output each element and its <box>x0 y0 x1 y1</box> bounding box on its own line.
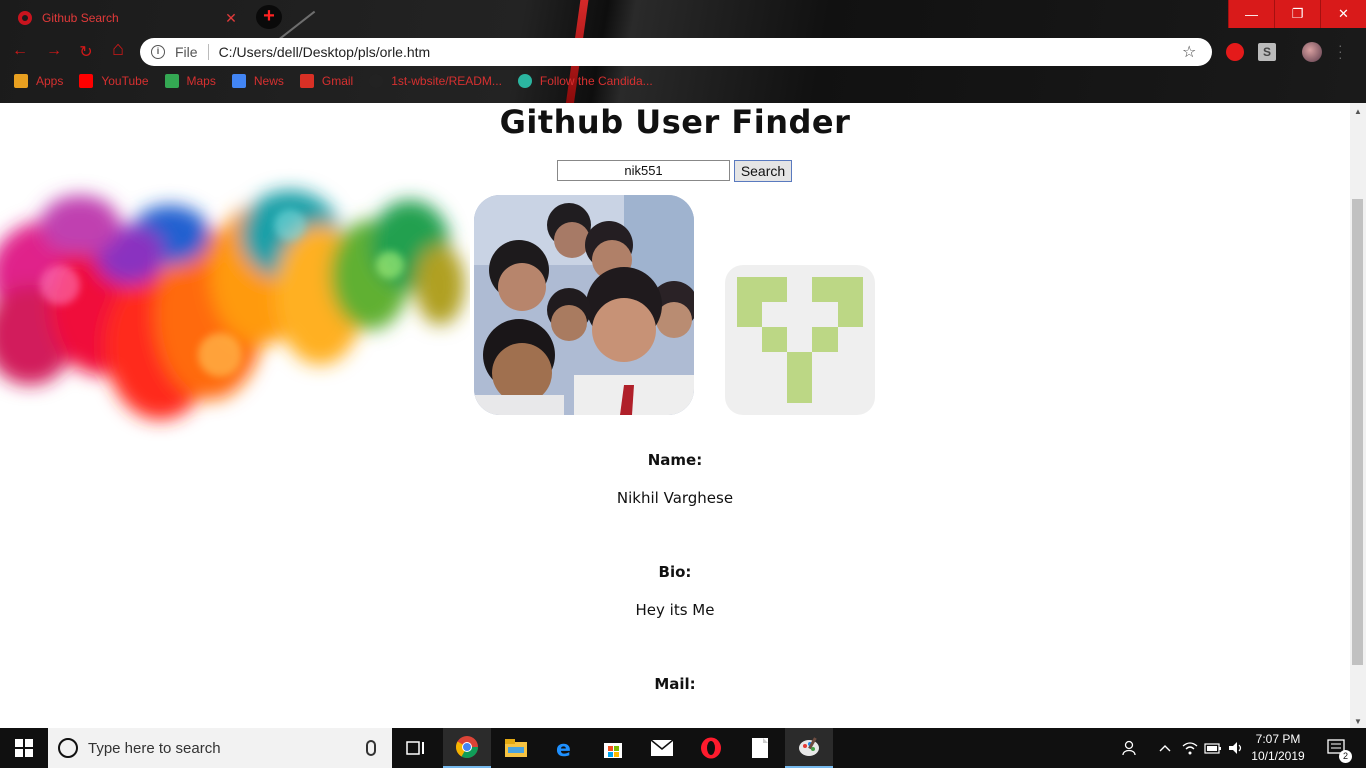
maps-icon <box>164 74 179 88</box>
show-hidden-icons-icon[interactable] <box>1154 728 1176 768</box>
bookmark-item[interactable]: News <box>231 74 284 88</box>
close-window-button[interactable]: ✕ <box>1320 0 1366 28</box>
news-icon <box>231 74 246 88</box>
github-identicon <box>725 265 875 415</box>
bio-label: Bio: <box>658 563 692 581</box>
notifications-button[interactable]: 2 <box>1318 728 1358 768</box>
scroll-down-icon[interactable]: ▼ <box>1354 717 1362 726</box>
tab-close-icon[interactable]: ✕ <box>224 10 238 27</box>
store-icon[interactable] <box>589 728 637 768</box>
paint-icon[interactable] <box>785 728 833 768</box>
chrome-taskbar-icon[interactable] <box>443 728 491 768</box>
scrollbar-thumb[interactable] <box>1352 199 1363 665</box>
profile-avatar[interactable] <box>1302 42 1322 62</box>
cortana-icon <box>58 738 78 758</box>
apps-grid-icon <box>14 74 28 88</box>
edge-icon[interactable]: e <box>541 728 589 768</box>
bio-value: Hey its Me <box>635 601 715 619</box>
bookmark-item[interactable]: Apps <box>14 74 63 88</box>
name-label: Name: <box>647 451 703 469</box>
page-scrollbar[interactable]: ▲ ▼ <box>1350 103 1366 728</box>
svg-text:e: e <box>556 737 571 760</box>
back-button[interactable]: ← <box>8 42 32 60</box>
name-value: Nikhil Varghese <box>616 489 734 507</box>
microphone-icon[interactable] <box>366 740 376 756</box>
bookmark-label: Apps <box>36 74 64 88</box>
forward-button[interactable]: → <box>42 42 66 60</box>
search-button[interactable]: Search <box>734 160 792 182</box>
tab-github-search[interactable]: Github Search ✕ <box>8 2 248 34</box>
bookmark-label: YouTube <box>101 74 149 88</box>
windows-taskbar: Type here to search e 7:07 PM 10/1/2019 … <box>0 728 1366 768</box>
site-info-icon[interactable]: i <box>151 45 165 59</box>
chrome-menu-icon[interactable]: · · · <box>1338 38 1343 64</box>
bookmark-item[interactable]: Follow the Candida... <box>517 74 653 88</box>
browser-chrome: Github Search ✕ + — ❐ ✕ ← → ↻ ⌂ i File C… <box>0 0 1366 103</box>
page-title: Github User Finder <box>499 103 851 141</box>
home-button[interactable]: ⌂ <box>106 38 130 61</box>
notepad-icon[interactable] <box>736 728 784 768</box>
address-bar[interactable]: i File C:/Users/dell/Desktop/pls/orle.ht… <box>140 38 1212 66</box>
bookmark-item[interactable]: Gmail <box>299 74 354 88</box>
notification-count-badge: 2 <box>1339 750 1352 763</box>
taskbar-clock[interactable]: 7:07 PM 10/1/2019 <box>1248 731 1308 765</box>
taskbar-search-box[interactable]: Type here to search <box>48 728 392 768</box>
reload-button[interactable]: ↻ <box>74 42 98 62</box>
site-icon <box>517 74 532 88</box>
color-smoke-image <box>0 190 465 420</box>
extension-adblock-icon[interactable] <box>1226 43 1244 61</box>
mail-label: Mail: <box>654 675 696 693</box>
user-avatar-photo <box>474 195 694 415</box>
extension-s-icon[interactable]: S <box>1258 43 1276 61</box>
bookmark-star-icon[interactable]: ☆ <box>1182 42 1212 62</box>
mail-icon[interactable] <box>638 728 686 768</box>
clock-date: 10/1/2019 <box>1251 749 1305 763</box>
bookmark-label: Gmail <box>321 74 354 88</box>
username-search-input[interactable] <box>557 160 730 181</box>
windows-logo-icon <box>15 739 33 757</box>
bookmark-label: News <box>253 74 284 88</box>
url-text[interactable]: C:/Users/dell/Desktop/pls/orle.htm <box>219 44 1182 60</box>
window-controls: — ❐ ✕ <box>1228 0 1366 28</box>
bookmark-item[interactable]: YouTube <box>79 74 149 88</box>
task-view-icon[interactable] <box>392 728 440 768</box>
search-form: Search <box>557 160 792 182</box>
tab-favicon-icon <box>18 11 32 25</box>
opera-icon[interactable] <box>687 728 735 768</box>
bookmarks-bar: Apps YouTube Maps News Gmail 1st-wbsite/READM… <box>14 74 669 88</box>
youtube-icon <box>79 74 94 88</box>
bookmark-label: Follow the Candida... <box>539 74 653 88</box>
battery-icon[interactable] <box>1202 728 1224 768</box>
volume-icon[interactable] <box>1226 728 1246 768</box>
clock-time: 7:07 PM <box>1255 732 1301 746</box>
tab-title: Github Search <box>42 11 119 25</box>
minimize-button[interactable]: — <box>1228 0 1274 28</box>
scroll-up-icon[interactable]: ▲ <box>1354 107 1362 116</box>
taskbar-search-placeholder: Type here to search <box>88 739 221 757</box>
restore-button[interactable]: ❐ <box>1274 0 1320 28</box>
gmail-icon <box>299 74 314 88</box>
start-button[interactable] <box>0 728 48 768</box>
bookmark-item[interactable]: 1st-wbsite/READM... <box>369 74 502 88</box>
github-icon <box>369 74 384 88</box>
new-tab-button[interactable]: + <box>256 5 282 29</box>
bookmark-label: Maps <box>186 74 216 88</box>
file-explorer-icon[interactable] <box>492 728 540 768</box>
page-content: Github User Finder Search <box>0 103 1350 728</box>
people-icon[interactable] <box>1118 728 1142 768</box>
scheme-label: File <box>175 44 198 60</box>
bookmark-item[interactable]: Maps <box>164 74 216 88</box>
wifi-icon[interactable] <box>1180 728 1200 768</box>
bookmark-label: 1st-wbsite/READM... <box>391 74 502 88</box>
